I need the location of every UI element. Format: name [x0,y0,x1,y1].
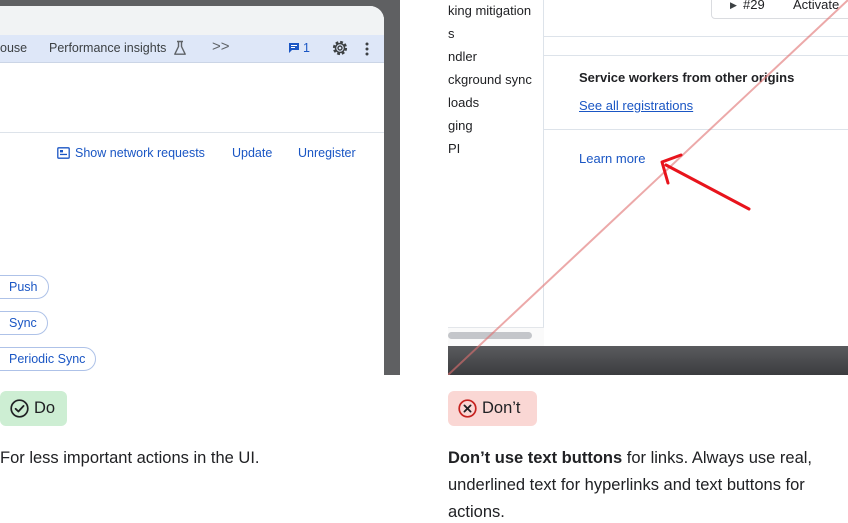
sidebar-item[interactable]: ckground sync [448,72,532,87]
sidebar-item[interactable]: loads [448,95,479,110]
message-icon[interactable] [288,42,300,54]
update-button[interactable]: Update [232,146,272,160]
divider [544,36,848,37]
section-divider [0,132,384,133]
dont-badge: Don’t [448,391,537,426]
devtools-window: king mitigation s ndler ckground sync lo… [448,0,848,346]
sidebar-item[interactable]: PI [448,141,460,156]
do-badge: Do [0,391,67,426]
worker-id: #29 [743,0,765,12]
show-network-requests-button[interactable]: Show network requests [75,146,205,160]
dont-badge-label: Don’t [482,399,521,417]
window-shadow-edge [448,346,848,375]
devtools-window: ouse Performance insights >> 1 [0,6,384,375]
push-chip[interactable]: Push [0,275,49,299]
kebab-menu-icon[interactable] [364,41,370,57]
issues-count[interactable]: 1 [303,41,310,55]
chevron-double-right-icon[interactable]: >> [212,38,230,55]
check-circle-icon [10,399,29,418]
unregister-button[interactable]: Unregister [298,146,356,160]
sidebar-item[interactable]: king mitigation [448,3,531,18]
divider [544,129,848,130]
tab-lighthouse-partial[interactable]: ouse [0,41,27,55]
section-heading: Service workers from other origins [579,70,795,85]
gear-icon[interactable] [331,39,349,57]
x-circle-icon [458,399,477,418]
learn-more-text-button[interactable]: Learn more [579,151,645,166]
scrollbar-thumb[interactable] [448,332,532,339]
sidebar-item[interactable]: ging [448,118,473,133]
sync-chip[interactable]: Sync [0,311,48,335]
divider [544,55,848,56]
see-all-registrations-link[interactable]: See all registrations [579,98,693,113]
window-titlebar [0,6,384,35]
tab-performance-insights[interactable]: Performance insights [49,41,166,55]
application-sidebar: king mitigation s ndler ckground sync lo… [448,0,544,346]
periodic-sync-chip[interactable]: Periodic Sync [0,347,97,371]
do-example-screenshot: ouse Performance insights >> 1 Show netw… [0,0,400,375]
worker-status: Activate [793,0,840,12]
expand-triangle-icon[interactable]: ▶ [730,0,737,11]
sidebar-item[interactable]: s [448,26,455,41]
dont-example-screenshot: king mitigation s ndler ckground sync lo… [448,0,848,375]
experiment-flask-icon [174,40,186,55]
do-badge-label: Do [34,399,56,417]
sidebar-item[interactable]: ndler [448,49,477,64]
dont-caption: Don’t use text buttons for links. Always… [448,445,848,523]
do-caption: For less important actions in the UI. [0,449,260,467]
devtools-tab-bar: ouse Performance insights >> 1 [0,35,384,63]
dont-caption-bold: Don’t use text buttons [448,449,623,467]
network-list-icon [57,147,70,159]
